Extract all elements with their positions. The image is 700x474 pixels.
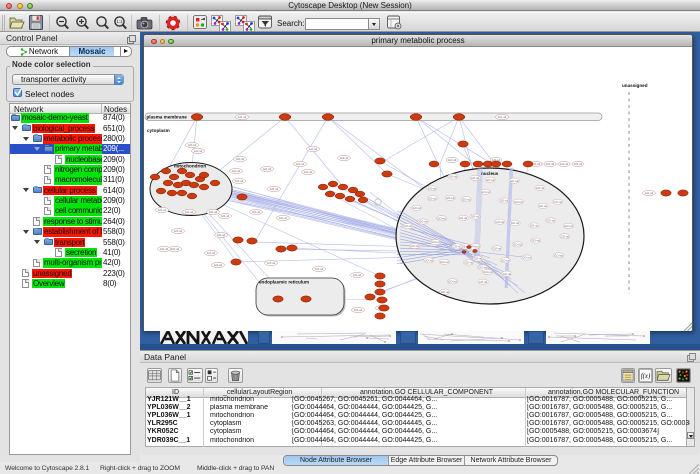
svg-text:GO-nd: GO-nd — [424, 258, 433, 262]
svg-text:GO-nd: GO-nd — [236, 157, 245, 161]
svg-text:GO-nd: GO-nd — [232, 169, 241, 173]
svg-text:GO-nd: GO-nd — [214, 263, 223, 267]
svg-text:GO-nd: GO-nd — [547, 219, 556, 223]
svg-text:GO-nd: GO-nd — [431, 240, 440, 244]
svg-text:GO-nd: GO-nd — [304, 170, 313, 174]
svg-text:GO-nd: GO-nd — [263, 167, 272, 171]
svg-text:GO-nd: GO-nd — [209, 210, 218, 214]
svg-text:GO-nd: GO-nd — [207, 251, 216, 255]
svg-text:GO-nd: GO-nd — [440, 260, 449, 264]
svg-text:GO-nd: GO-nd — [410, 244, 419, 248]
svg-text:GO-nd: GO-nd — [428, 186, 437, 190]
svg-text:GO-nd: GO-nd — [185, 210, 194, 214]
svg-text:GO-nd: GO-nd — [554, 200, 563, 204]
svg-text:GO-nd: GO-nd — [252, 210, 261, 214]
svg-text:GO-nd: GO-nd — [574, 162, 583, 166]
svg-text:GO-nd: GO-nd — [645, 191, 654, 195]
svg-text:GO-nd: GO-nd — [532, 239, 541, 243]
svg-text:GO-nd: GO-nd — [462, 197, 471, 201]
svg-text:GO-nd: GO-nd — [481, 190, 490, 194]
svg-text:GO-nd: GO-nd — [546, 162, 555, 166]
svg-text:GO-nd: GO-nd — [539, 204, 548, 208]
svg-text:GO-nd: GO-nd — [511, 221, 520, 225]
svg-text:GO-nd: GO-nd — [188, 143, 197, 147]
svg-text:GO-nd: GO-nd — [448, 279, 457, 283]
svg-text:GO-nd: GO-nd — [194, 149, 203, 153]
svg-text:GO-nd: GO-nd — [503, 272, 512, 276]
svg-text:mitochondrion: mitochondrion — [174, 164, 206, 169]
svg-text:GO-nd: GO-nd — [500, 199, 509, 203]
svg-text:GO-nd: GO-nd — [493, 246, 502, 250]
svg-text:GO-nd: GO-nd — [437, 216, 446, 220]
svg-text:GO-nd: GO-nd — [479, 280, 488, 284]
svg-text:unassigned: unassigned — [622, 83, 648, 88]
svg-text:f(x): f(x) — [641, 373, 651, 380]
svg-text:GO-nd: GO-nd — [412, 206, 421, 210]
svg-text:GO-nd: GO-nd — [474, 257, 483, 261]
svg-text:GO-nd: GO-nd — [554, 253, 563, 257]
svg-text:GO-nd: GO-nd — [296, 162, 305, 166]
svg-text:plasma membrane: plasma membrane — [147, 115, 188, 120]
svg-text:GO-nd: GO-nd — [564, 224, 573, 228]
svg-text:GO-nd: GO-nd — [419, 220, 428, 224]
svg-text:GO-nd: GO-nd — [267, 261, 276, 265]
svg-text:GO-nd: GO-nd — [498, 115, 507, 119]
svg-text:GO-nd: GO-nd — [221, 214, 230, 218]
svg-text:GO-nd: GO-nd — [560, 162, 569, 166]
svg-text:GO-nd: GO-nd — [449, 175, 458, 179]
svg-text:GO-nd: GO-nd — [354, 308, 363, 312]
svg-text:GO-nd: GO-nd — [496, 220, 505, 224]
svg-text:GO-nd: GO-nd — [513, 242, 522, 246]
svg-text:GO-nd: GO-nd — [522, 256, 531, 260]
svg-text:1:1: 1:1 — [116, 19, 123, 24]
svg-text:GO-nd: GO-nd — [536, 186, 545, 190]
svg-text:nucleus: nucleus — [481, 171, 499, 176]
svg-text:GO-nd: GO-nd — [217, 233, 226, 237]
svg-text:GO-nd: GO-nd — [471, 215, 480, 219]
svg-text:GO-nd: GO-nd — [158, 208, 167, 212]
svg-text:GO-nd: GO-nd — [446, 196, 455, 200]
svg-text:GO-nd: GO-nd — [471, 176, 480, 180]
svg-text:GO-nd: GO-nd — [404, 224, 413, 228]
svg-text:GO-nd: GO-nd — [174, 229, 183, 233]
svg-text:GO-nd: GO-nd — [465, 261, 474, 265]
svg-text:GO-nd: GO-nd — [309, 147, 318, 151]
svg-text:GO-nd: GO-nd — [238, 115, 247, 119]
svg-text:GO-nd: GO-nd — [530, 224, 539, 228]
svg-text:GO-nd: GO-nd — [561, 234, 570, 238]
svg-text:GO-nd: GO-nd — [340, 156, 349, 160]
svg-text:endoplasmic reticulum: endoplasmic reticulum — [259, 280, 309, 285]
svg-text:cytoplasm: cytoplasm — [147, 128, 170, 133]
svg-text:GO-nd: GO-nd — [171, 247, 180, 251]
svg-text:GO-nd: GO-nd — [501, 258, 510, 262]
svg-text:GO-nd: GO-nd — [160, 247, 169, 251]
svg-text:GO-nd: GO-nd — [441, 290, 450, 294]
svg-text:GO-nd: GO-nd — [353, 273, 362, 277]
svg-text:GO-nd: GO-nd — [483, 270, 492, 274]
svg-text:GO-nd: GO-nd — [428, 196, 437, 200]
svg-text:GO-nd: GO-nd — [510, 179, 519, 183]
svg-text:GO-nd: GO-nd — [279, 216, 288, 220]
svg-text:GO-nd: GO-nd — [315, 267, 324, 271]
svg-text:GO-nd: GO-nd — [486, 178, 495, 182]
svg-text:GO-nd: GO-nd — [448, 158, 457, 162]
svg-text:GO-nd: GO-nd — [270, 187, 279, 191]
svg-text:GO-nd: GO-nd — [459, 216, 468, 220]
svg-text:GO-nd: GO-nd — [514, 200, 523, 204]
svg-text:GO-nd: GO-nd — [235, 179, 244, 183]
